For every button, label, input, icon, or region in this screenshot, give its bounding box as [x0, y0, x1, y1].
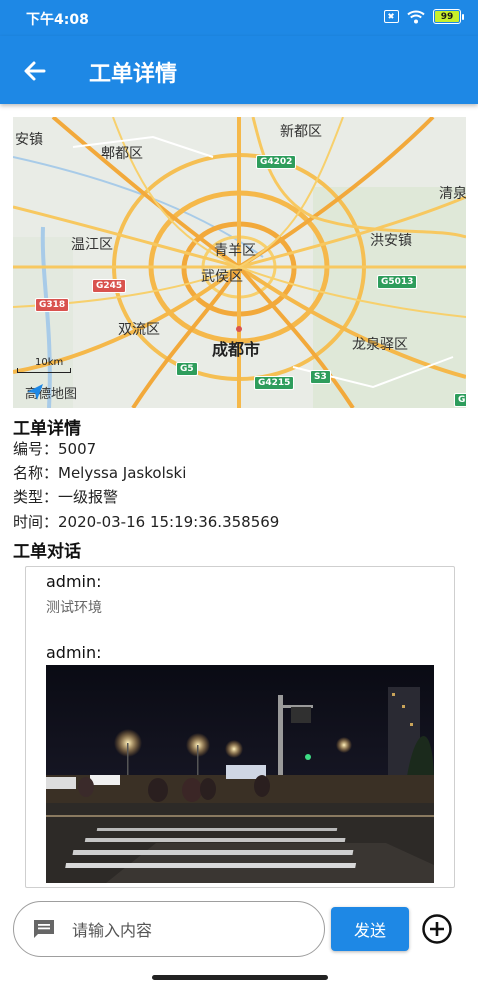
app-bar: 工单详情 [0, 36, 478, 104]
map-label: 新都区 [280, 124, 322, 140]
road-shield: G7 [454, 393, 466, 407]
detail-heading: 工单详情 [13, 419, 81, 439]
map-label: 龙泉驿区 [352, 337, 408, 353]
detail-type: 类型：一级报警 [13, 488, 119, 506]
map-label: 双流区 [118, 322, 160, 338]
map-label: 清泉 [439, 186, 466, 202]
send-button[interactable]: 发送 [331, 907, 409, 951]
conversation-list[interactable]: admin: 测试环境 admin: [25, 566, 455, 888]
road-shield: G4215 [254, 376, 295, 390]
road-shield: G4202 [256, 155, 297, 169]
map-logo: 高德地图 [25, 383, 77, 402]
message-input-container[interactable] [13, 901, 325, 957]
map-roads [13, 117, 466, 408]
road-shield: G318 [35, 298, 70, 312]
map-label: 安镇 [15, 132, 43, 148]
map-scale-label: 10km [35, 357, 64, 368]
map-label: 郫都区 [101, 146, 143, 162]
road-shield: G5 [176, 362, 198, 376]
map-label: 洪安镇 [370, 233, 412, 249]
back-arrow-icon[interactable] [18, 54, 52, 88]
detail-name: 名称：Melyssa Jaskolski [13, 464, 187, 482]
detail-number: 编号：5007 [13, 440, 97, 458]
message-input[interactable] [72, 916, 312, 944]
message-composer: 发送 [13, 901, 473, 957]
map-scale: 10km [17, 357, 71, 373]
road-shield: S3 [310, 370, 331, 384]
message-icon [34, 920, 54, 938]
conversation-heading: 工单对话 [13, 542, 81, 562]
status-icons: 99 [384, 9, 464, 24]
road-shield: G245 [92, 279, 127, 293]
message-text: 测试环境 [46, 600, 102, 616]
status-time: 下午4:08 [26, 12, 89, 28]
status-bar: 下午4:08 99 [0, 0, 478, 36]
map-label: 温江区 [71, 237, 113, 253]
navigation-arrow-icon [27, 384, 43, 400]
battery-level: 99 [435, 11, 459, 22]
map-city-label: 成都市 [212, 340, 261, 359]
page-title: 工单详情 [89, 62, 178, 87]
wifi-icon [407, 10, 425, 23]
message-sender: admin: [46, 572, 102, 591]
home-indicator[interactable] [152, 975, 328, 980]
map-label: 武侯区 [201, 269, 243, 285]
map-label: 青羊区 [214, 243, 256, 259]
battery-icon: 99 [433, 9, 464, 24]
message-image[interactable] [46, 665, 434, 883]
map-view[interactable]: 安镇 郫都区 新都区 清泉 温江区 青羊区 武侯区 洪安镇 双流区 成都市 龙泉… [13, 117, 466, 408]
detail-time: 时间：2020-03-16 15:19:36.358569 [13, 513, 280, 531]
add-circle-icon[interactable] [421, 913, 453, 945]
message-sender: admin: [46, 643, 102, 662]
road-shield: G5013 [377, 275, 418, 289]
sim-icon [384, 10, 399, 23]
